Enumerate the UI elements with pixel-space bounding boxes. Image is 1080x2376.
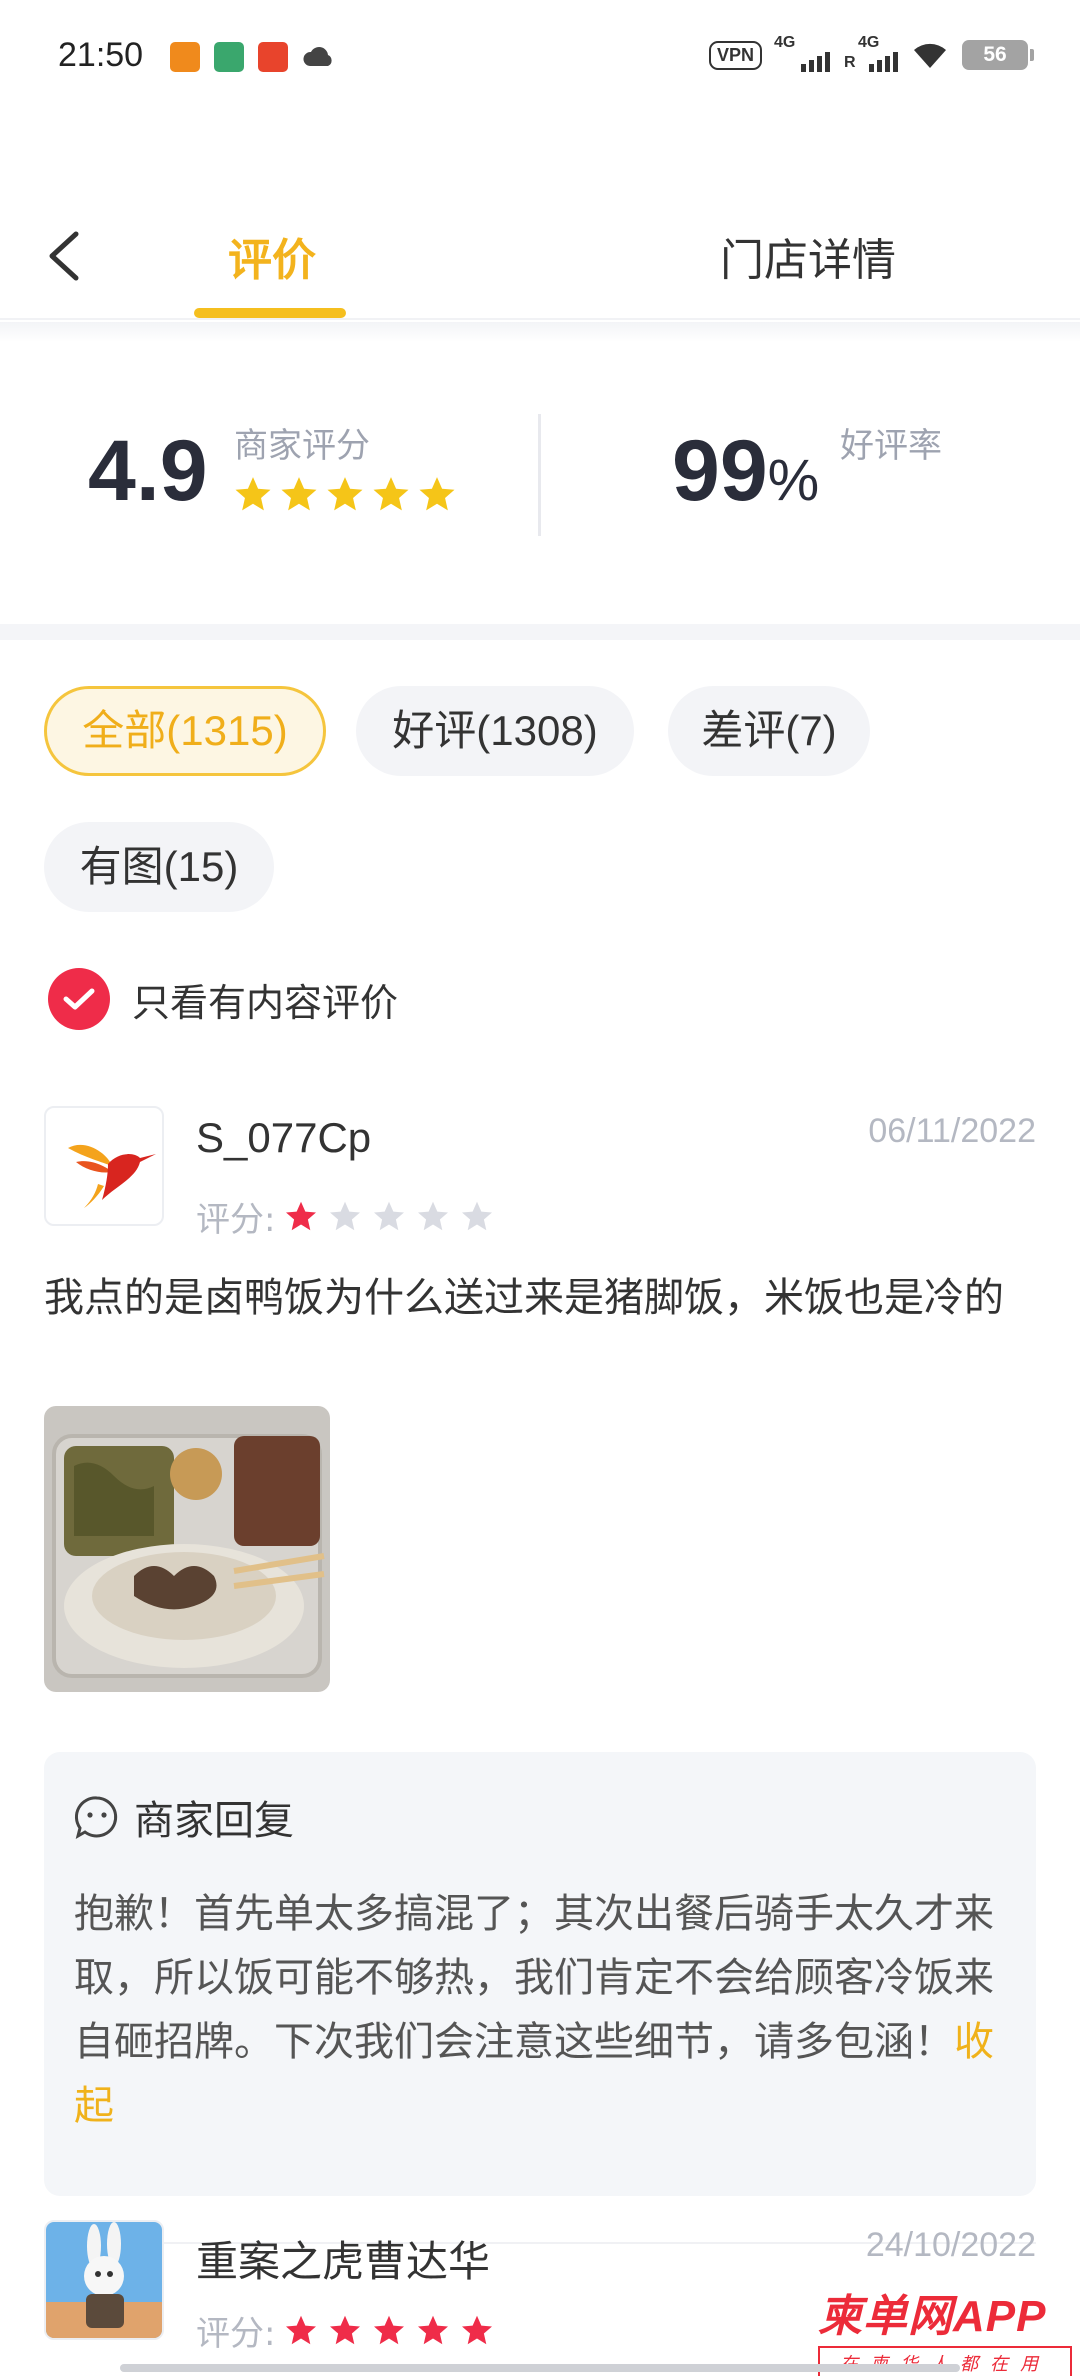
back-button[interactable] [38, 220, 98, 290]
merchant-reply: 商家回复 抱歉！首先单太多搞混了；其次出餐后骑手太久才来取，所以饭可能不够热，我… [44, 1752, 1036, 2196]
avatar[interactable] [44, 2220, 164, 2340]
tab-store-details[interactable]: 门店详情 [720, 224, 896, 288]
filter-bad[interactable]: 差评(7) [668, 686, 870, 776]
review-rating: 评分: [196, 2306, 495, 2355]
food-photo-thumbnail [44, 1406, 330, 1692]
star-filled-icon [235, 477, 271, 511]
content-only-toggle[interactable]: 只看有内容评价 [48, 968, 398, 1030]
star-filled-icon [373, 477, 409, 511]
signal-2-icon: 4G R [842, 34, 898, 72]
filter-all[interactable]: 全部(1315) [44, 686, 326, 776]
wifi-icon [914, 43, 946, 68]
wechat-notification-icon [214, 42, 244, 72]
review-username: 重案之虎曹达华 [196, 2238, 491, 2285]
good-rate: 99% [672, 422, 819, 521]
review-photo[interactable] [44, 1406, 330, 1692]
reply-body: 抱歉！首先单太多搞混了；其次出餐后骑手太久才来取，所以饭可能不够热，我们肯定不会… [74, 1891, 994, 2065]
good-rate-unit: % [767, 448, 820, 513]
content-only-label: 只看有内容评价 [132, 980, 399, 1025]
rating-label: 评分: [196, 1200, 276, 1240]
star-filled-icon [419, 477, 455, 511]
star-empty-icon [462, 1201, 493, 1230]
review-date: 06/11/2022 [868, 1112, 1036, 1150]
star-empty-icon [374, 1201, 405, 1230]
rating-stars [283, 1199, 495, 1235]
merchant-stars [232, 474, 458, 516]
chat-bubble-icon [74, 1796, 118, 1840]
chevron-left-icon [49, 231, 79, 281]
review-text: 我点的是卤鸭饭为什么送过来是猪脚饭，米饭也是冷的 [44, 1275, 1004, 1321]
reply-header: 商家回复 [74, 1788, 294, 1846]
tab-indicator [194, 308, 346, 318]
app-notification-icon [170, 42, 200, 72]
cloud-icon [302, 42, 332, 72]
score-panel: 4.9 商家评分 99% 好评率 [0, 322, 1080, 624]
star-filled-icon [286, 2315, 317, 2344]
vpn-badge: VPN [708, 40, 762, 70]
good-rate-label: 好评率 [840, 426, 942, 466]
status-indicators: VPN 4G 4G R 56 [708, 34, 1034, 72]
avatar[interactable] [44, 1106, 164, 1226]
checkbox-checked-icon[interactable] [48, 968, 110, 1030]
watermark: 柬单网APP 在柬华人都在用 [818, 2280, 1072, 2376]
signal-1-icon: 4G [774, 34, 830, 72]
filter-good[interactable]: 好评(1308) [356, 686, 634, 776]
tab-reviews[interactable]: 评价 [228, 224, 316, 288]
star-empty-icon [330, 1201, 361, 1230]
battery-icon: 56 [962, 40, 1034, 70]
review-item: S_077Cp 06/11/2022 评分: 我点的是卤鸭饭为什么送过来是猪脚饭… [44, 1106, 1036, 2246]
home-indicator[interactable] [120, 2364, 960, 2372]
merchant-score-label: 商家评分 [234, 426, 370, 466]
filter-with-photo[interactable]: 有图(15) [44, 822, 274, 912]
review-username: S_077Cp [196, 1114, 372, 1161]
rating-stars [283, 2313, 495, 2349]
star-filled-icon [418, 2315, 449, 2344]
hummingbird-avatar-icon [68, 1144, 156, 1208]
star-filled-icon [286, 1201, 317, 1230]
section-gap [0, 624, 1080, 640]
star-filled-icon [327, 477, 363, 511]
star-filled-icon [330, 2315, 361, 2344]
rabbit-avatar-icon [46, 2222, 162, 2338]
review-rating: 评分: [196, 1192, 495, 1241]
watermark-brand: 柬单网APP [818, 2292, 1047, 2341]
status-time: 21:50 [58, 36, 144, 74]
reply-title: 商家回复 [134, 1798, 294, 1844]
status-bar: 21:50 VPN 4G 4G R 56 [0, 0, 1080, 118]
reply-text: 抱歉！首先单太多搞混了；其次出餐后骑手太久才来取，所以饭可能不够热，我们肯定不会… [74, 1882, 1014, 2138]
review-date: 24/10/2022 [865, 2226, 1036, 2264]
good-rate-value: 99 [672, 423, 768, 519]
star-filled-icon [281, 477, 317, 511]
jiandan-notification-icon [258, 42, 288, 72]
star-empty-icon [418, 1201, 449, 1230]
rating-label: 评分: [196, 2314, 276, 2354]
header: 评价 门店详情 [0, 190, 1080, 320]
merchant-score: 4.9 [88, 423, 208, 519]
star-filled-icon [462, 2315, 493, 2344]
score-divider [538, 414, 541, 536]
star-filled-icon [374, 2315, 405, 2344]
